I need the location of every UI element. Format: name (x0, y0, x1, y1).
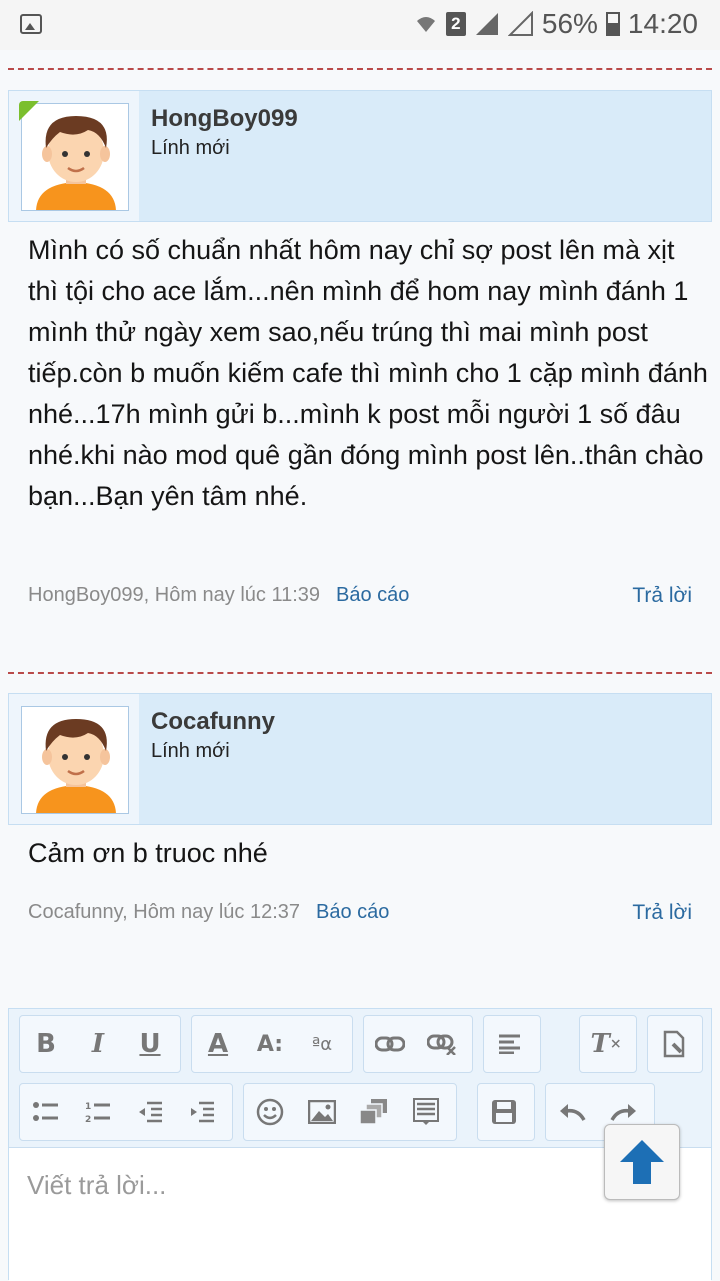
post-username[interactable]: HongBoy099 (151, 105, 298, 133)
italic-icon[interactable]: I (72, 1016, 124, 1072)
post-username[interactable]: Cocafunny (151, 708, 275, 736)
unlink-icon[interactable] (416, 1016, 468, 1072)
post-message: Cảm ơn b truoc nhé (28, 838, 268, 868)
post-meta: Cocafunny, Hôm nay lúc 12:37 Báo cáo (28, 901, 389, 924)
toolbar-group-clear: T × (579, 1015, 637, 1073)
status-bar: 2 56% 14:20 (0, 0, 720, 50)
status-icons: 2 56% 14:20 (414, 8, 698, 40)
underline-icon[interactable]: U (124, 1016, 176, 1072)
avatar[interactable] (21, 706, 129, 814)
signal-empty-icon (507, 11, 533, 36)
font-family-icon[interactable]: ªα (296, 1016, 348, 1072)
toolbar-group-mode (647, 1015, 703, 1073)
font-size-icon[interactable]: A: (244, 1016, 296, 1072)
svg-text:1: 1 (85, 1102, 91, 1112)
outdent-icon[interactable] (124, 1084, 176, 1140)
bold-icon[interactable]: B (20, 1016, 72, 1072)
svg-text:2: 2 (85, 1115, 91, 1124)
text-color-icon[interactable]: A (192, 1016, 244, 1072)
gallery-notification-icon (20, 14, 42, 34)
indent-icon[interactable] (176, 1084, 228, 1140)
avatar-column (9, 694, 139, 824)
reply-link[interactable]: Trả lời (632, 584, 692, 608)
signal-icon (475, 13, 498, 35)
toolbar-group-save (477, 1083, 535, 1141)
user-rank: Lính mới (151, 740, 230, 762)
avatar-column (9, 91, 139, 221)
toolbar-group-insert (243, 1083, 457, 1141)
user-rank: Lính mới (151, 137, 230, 159)
media-icon[interactable] (348, 1084, 400, 1140)
save-draft-icon[interactable] (478, 1084, 530, 1140)
sim-badge: 2 (445, 12, 466, 36)
wifi-icon (416, 17, 435, 32)
toolbar-group-lists: 12 (19, 1083, 233, 1141)
toolbar-group-align (483, 1015, 541, 1073)
post-message: Mình có số chuẩn nhất hôm nay chỉ sợ pos… (28, 235, 708, 511)
battery-percent: 56% (541, 8, 598, 39)
bullet-list-icon[interactable] (20, 1084, 72, 1140)
undo-icon[interactable] (546, 1084, 598, 1140)
scroll-to-top-button[interactable] (604, 1124, 680, 1200)
link-icon[interactable] (364, 1016, 416, 1072)
post-author-header: HongBoy099 Lính mới (8, 90, 712, 222)
align-icon[interactable] (484, 1016, 536, 1072)
post-meta: HongBoy099, Hôm nay lúc 11:39 Báo cáo (28, 584, 409, 607)
smilie-icon[interactable] (244, 1084, 296, 1140)
reply-link[interactable]: Trả lời (632, 901, 692, 925)
post-author-header: Cocafunny Lính mới (8, 693, 712, 825)
toggle-bbcode-icon[interactable] (648, 1016, 700, 1072)
post-author-date[interactable]: Cocafunny, Hôm nay lúc 12:37 (28, 901, 300, 923)
avatar-boy-icon (36, 719, 116, 813)
toolbar-group-text-style: B I U (19, 1015, 181, 1073)
remove-format-icon[interactable]: T × (580, 1016, 632, 1072)
quote-icon[interactable] (400, 1084, 452, 1140)
image-icon[interactable] (296, 1084, 348, 1140)
new-member-flag-icon (19, 101, 39, 121)
report-link[interactable]: Báo cáo (316, 901, 389, 923)
arrow-up-icon (620, 1140, 664, 1184)
toolbar-group-links (363, 1015, 473, 1073)
numbered-list-icon[interactable]: 12 (72, 1084, 124, 1140)
toolbar-group-font: A A: ªα (191, 1015, 353, 1073)
clock: 14:20 (627, 8, 698, 39)
post-separator (8, 672, 712, 674)
post-author-date[interactable]: HongBoy099, Hôm nay lúc 11:39 (28, 584, 320, 606)
report-link[interactable]: Báo cáo (336, 584, 409, 606)
reply-placeholder: Viết trả lời... (27, 1170, 167, 1200)
battery-icon (605, 12, 620, 36)
post-separator (8, 68, 712, 70)
